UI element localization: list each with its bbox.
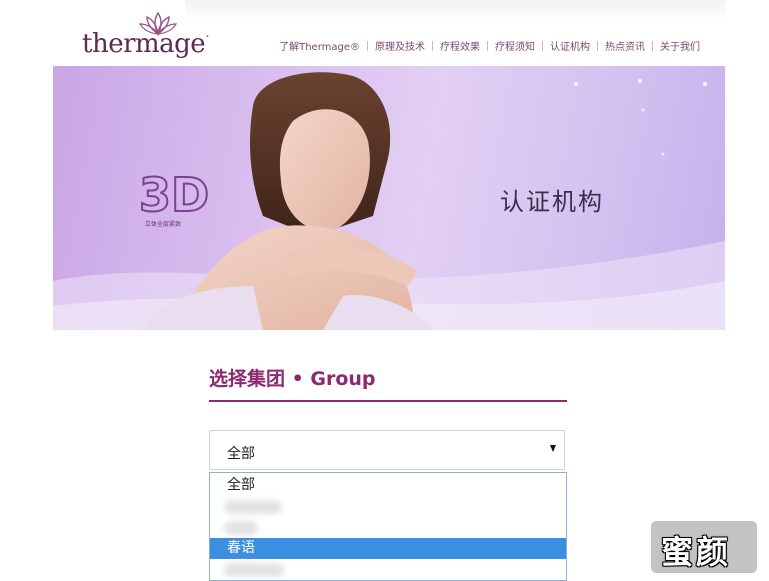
nav-item-about-thermage[interactable]: 了解Thermage® [272, 38, 367, 53]
section-divider [209, 400, 567, 402]
nav-item-news[interactable]: 热点资讯 [598, 38, 652, 53]
blurred-option-text [224, 500, 282, 514]
dropdown-option-redacted[interactable] [210, 517, 566, 538]
dropdown-option-redacted[interactable] [210, 496, 566, 517]
nav-item-about-us[interactable]: 关于我们 [653, 38, 707, 53]
badge-3d-caption: 立体全层紧致 [145, 221, 182, 228]
logo-dot: · [205, 29, 210, 45]
group-select-dropdown: 全部 春语 [209, 472, 567, 581]
caret-down-icon [550, 445, 556, 452]
dropdown-option-all[interactable]: 全部 [210, 475, 566, 496]
nav-item-results[interactable]: 疗程效果 [433, 38, 487, 53]
blurred-option-text [224, 563, 284, 577]
section-title: 选择集团 • Group [209, 368, 376, 390]
hero-banner: 3D 立体全层紧致 认证机构 [53, 66, 725, 330]
header-topbar [185, 0, 725, 22]
banner-title: 认证机构 [500, 188, 604, 216]
watermark: 蜜颜 [651, 521, 757, 573]
logo-wordmark: thermage· [82, 29, 210, 59]
group-select-value: 全部 [227, 446, 255, 462]
site-header: thermage· 了解Thermage® 原理及技术 疗程效果 疗程须知 认证… [0, 0, 769, 66]
nav-item-certified-clinics[interactable]: 认证机构 [543, 38, 597, 53]
group-select[interactable]: 全部 [209, 430, 565, 470]
blurred-option-text [224, 521, 258, 535]
badge-3d: 3D 立体全层紧致 [138, 167, 210, 228]
nav-item-principle[interactable]: 原理及技术 [368, 38, 432, 53]
main-nav: 了解Thermage® 原理及技术 疗程效果 疗程须知 认证机构 热点资讯 关于… [272, 38, 707, 53]
dropdown-option-redacted[interactable] [210, 559, 566, 580]
watermark-text: 蜜颜 [661, 533, 732, 571]
nav-item-notes[interactable]: 疗程须知 [488, 38, 542, 53]
badge-3d-text: 3D [138, 167, 210, 223]
thermage-logo[interactable]: thermage· [80, 12, 210, 62]
dropdown-option-selected[interactable]: 春语 [210, 538, 566, 559]
